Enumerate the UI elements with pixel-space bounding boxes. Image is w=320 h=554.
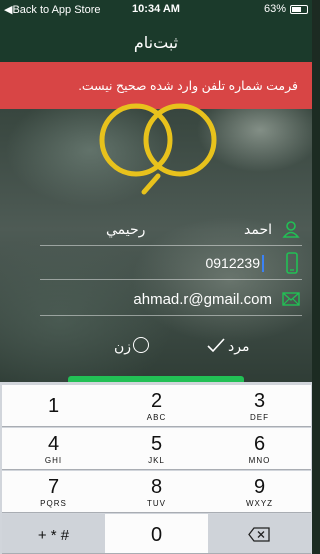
- last-name-field[interactable]: رحيمي: [106, 221, 145, 238]
- error-message: فرمت شماره تلفن وارد شده صحیح نیست.: [78, 79, 298, 93]
- key-symbols-label: + * #: [37, 527, 70, 544]
- key-2-label: 2: [150, 390, 163, 412]
- gender-female-radio[interactable]: [133, 337, 149, 353]
- phone-icon: [286, 252, 298, 274]
- key-3-label: 3: [253, 390, 266, 412]
- battery-icon: [290, 5, 308, 14]
- key-8[interactable]: 8 TUV: [105, 471, 208, 513]
- gender-row: زن مرد: [40, 330, 302, 364]
- mail-icon: [282, 292, 300, 306]
- battery-percentage: 63%: [263, 3, 286, 15]
- key-3-letters: DEF: [250, 413, 269, 422]
- key-6-label: 6: [253, 433, 266, 455]
- key-4-label: 4: [47, 433, 60, 455]
- numeric-keypad: 1 2 ABC 3 DEF 4 GHI 5 JKL 6 MNO 7 PQRS 8…: [0, 382, 312, 554]
- key-6-letters: MNO: [248, 456, 271, 465]
- key-2[interactable]: 2 ABC: [105, 385, 208, 427]
- email-field[interactable]: ahmad.r@gmail.com: [133, 291, 272, 308]
- key-symbols[interactable]: + * #: [2, 514, 105, 554]
- key-3[interactable]: 3 DEF: [208, 385, 311, 427]
- app-logo-icon: [99, 103, 217, 195]
- key-9-letters: WXYZ: [245, 499, 274, 508]
- page-title: ثبت‌نام: [133, 35, 179, 52]
- key-8-label: 8: [150, 476, 163, 498]
- key-5-label: 5: [150, 433, 163, 455]
- text-cursor: [262, 255, 264, 272]
- user-icon: [282, 221, 300, 238]
- key-7-label: 7: [47, 476, 60, 498]
- key-1[interactable]: 1: [2, 385, 105, 427]
- first-name-field[interactable]: احمد: [244, 221, 272, 238]
- signup-screen: ◀Back to App Store 10:34 AM 63% ثبت‌نام …: [0, 0, 312, 554]
- key-0[interactable]: 0: [105, 514, 208, 554]
- key-0-label: 0: [150, 524, 163, 546]
- gender-male-label: مرد: [228, 338, 250, 354]
- key-6[interactable]: 6 MNO: [208, 428, 311, 470]
- top-bar: ◀Back to App Store 10:34 AM 63% ثبت‌نام: [0, 0, 312, 62]
- key-4-letters: GHI: [44, 456, 63, 465]
- gender-female-label: زن: [114, 338, 132, 354]
- key-7-letters: PQRS: [40, 499, 67, 508]
- key-9-label: 9: [253, 476, 266, 498]
- phone-row: 0912239: [40, 246, 302, 280]
- name-row: رحيمي احمد: [40, 212, 302, 246]
- key-7[interactable]: 7 PQRS: [2, 471, 105, 513]
- phone-underline: [40, 279, 302, 280]
- key-4[interactable]: 4 GHI: [2, 428, 105, 470]
- status-bar: ◀Back to App Store 10:34 AM 63%: [0, 0, 312, 20]
- key-5-letters: JKL: [148, 456, 165, 465]
- key-8-letters: TUV: [147, 499, 166, 508]
- phone-field[interactable]: 0912239: [205, 255, 260, 271]
- email-row: ahmad.r@gmail.com: [40, 282, 302, 316]
- key-2-letters: ABC: [146, 413, 167, 422]
- key-1-label: 1: [47, 395, 60, 417]
- key-9[interactable]: 9 WXYZ: [208, 471, 311, 513]
- backspace-icon: [248, 527, 270, 542]
- email-underline: [40, 315, 302, 316]
- key-delete[interactable]: [208, 514, 311, 554]
- gender-male-check-icon[interactable]: [206, 337, 226, 353]
- key-5[interactable]: 5 JKL: [105, 428, 208, 470]
